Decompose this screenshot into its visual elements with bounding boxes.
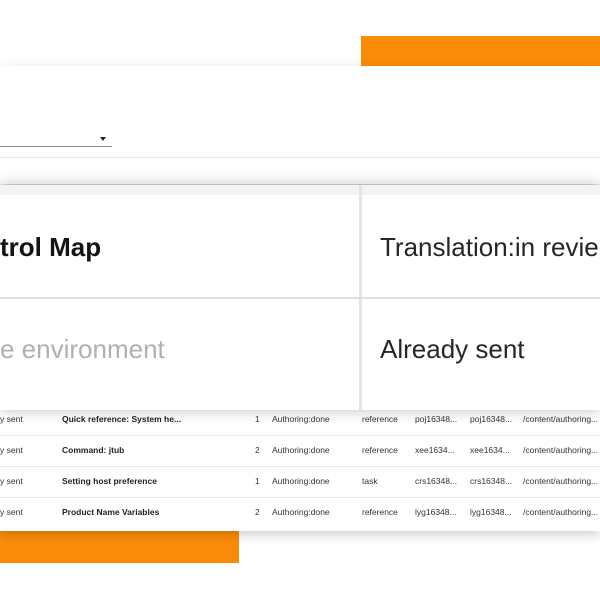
dropdown-underline	[0, 146, 112, 147]
count-cell: 1	[255, 476, 260, 486]
stage-cell: Authoring:done	[272, 507, 330, 517]
title-cell[interactable]: Setting host preference	[62, 466, 157, 497]
card-header-strip	[0, 185, 600, 195]
id-cell: crs16348...	[415, 476, 458, 486]
title-cell[interactable]: Command: jtub	[62, 435, 124, 466]
table-row[interactable]: y sent Setting host preference 1 Authori…	[0, 466, 600, 498]
panel-divider	[0, 157, 600, 158]
type-cell: task	[362, 476, 378, 486]
id-cell: lyg16348...	[470, 507, 512, 517]
filter-panel	[0, 66, 600, 184]
summary-cell-already-sent: Already sent	[380, 334, 525, 364]
status-cell: y sent	[0, 476, 23, 486]
summary-cell-control-map: trol Map	[0, 232, 102, 262]
count-cell: 2	[255, 445, 260, 455]
status-cell: y sent	[0, 445, 23, 455]
translation-table: y sent Quick reference: System he... 1 A…	[0, 393, 600, 531]
title-cell[interactable]: Product Name Variables	[62, 497, 159, 528]
id-cell: xee1634...	[415, 445, 455, 455]
path-cell: /content/authoring...	[523, 507, 599, 517]
stage-cell: Authoring:done	[272, 476, 330, 486]
chevron-down-icon[interactable]	[100, 137, 106, 141]
type-cell: reference	[362, 445, 398, 455]
id-cell: lyg16348...	[415, 507, 457, 517]
summary-cell-translation-status: Translation:in revie	[380, 232, 599, 262]
type-cell: reference	[362, 507, 398, 517]
id-cell: xee1634...	[470, 445, 510, 455]
table-row[interactable]: y sent Product Name Variables 2 Authorin…	[0, 497, 600, 528]
stage-cell: Authoring:done	[272, 445, 330, 455]
row-divider	[0, 297, 600, 299]
summary-card: trol Map Translation:in revie e environm…	[0, 185, 600, 410]
summary-cell-environment: e environment	[0, 334, 165, 364]
status-cell: y sent	[0, 507, 23, 517]
table-row[interactable]: y sent Command: jtub 2 Authoring:done re…	[0, 435, 600, 467]
count-cell: 2	[255, 507, 260, 517]
path-cell: /content/authoring...	[523, 445, 599, 455]
path-cell: /content/authoring...	[523, 476, 599, 486]
id-cell: crs16348...	[470, 476, 513, 486]
